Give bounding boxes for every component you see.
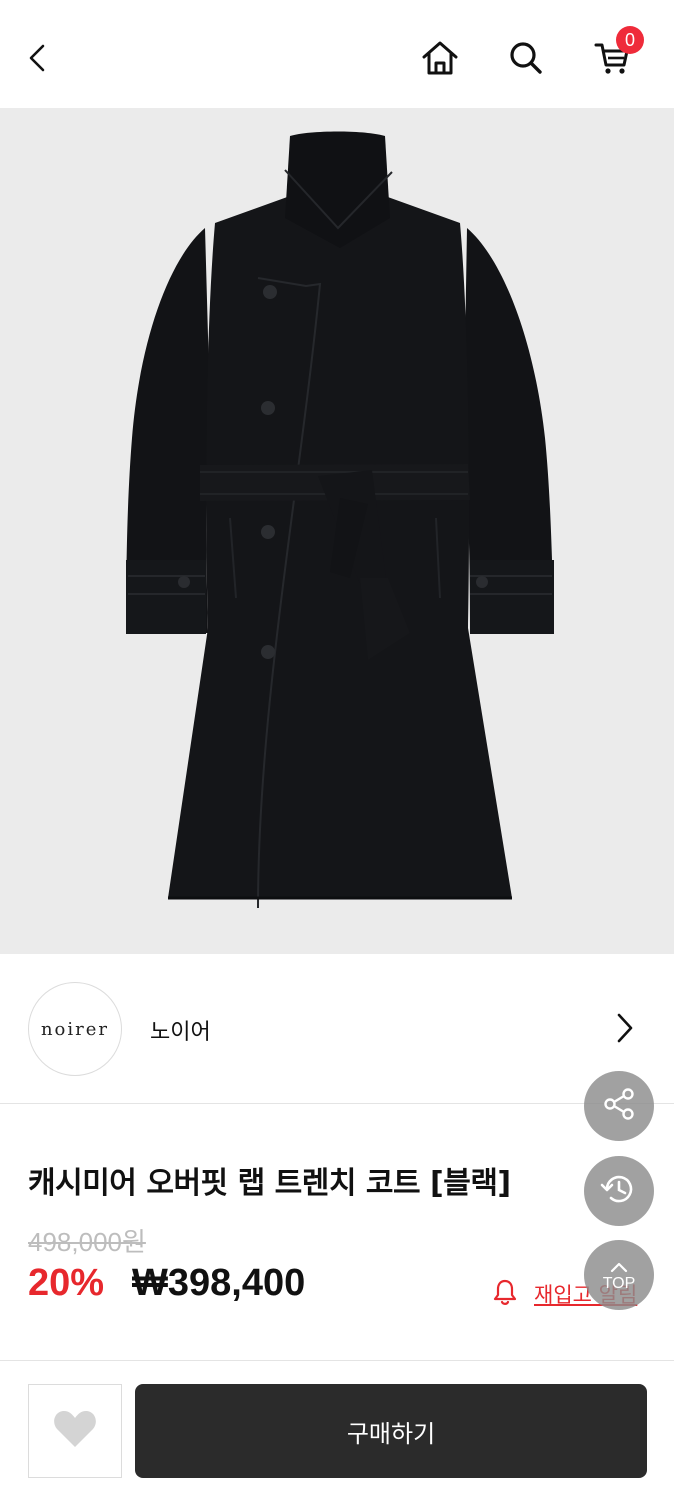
search-button[interactable] — [500, 34, 552, 86]
buy-button[interactable]: 구매하기 — [135, 1384, 647, 1478]
product-title: 캐시미어 오버핏 랩 트렌치 코트 [블랙] — [28, 1166, 511, 1201]
brand-name[interactable]: 노이어 — [150, 1014, 211, 1046]
product-image[interactable] — [0, 108, 674, 954]
scroll-top-label: TOP — [602, 1274, 636, 1292]
chevron-right-icon — [611, 1011, 637, 1049]
bell-icon — [492, 1278, 518, 1310]
brand-logo[interactable]: noirer — [28, 982, 122, 1076]
wishlist-button[interactable] — [28, 1384, 122, 1478]
home-icon — [421, 40, 459, 80]
sale-price: ₩398,400 — [132, 1262, 306, 1304]
original-price: 498,000원 — [28, 1227, 146, 1257]
buy-button-label: 구매하기 — [346, 1419, 436, 1448]
back-button[interactable] — [12, 34, 64, 86]
search-icon — [508, 40, 544, 80]
scroll-top-button[interactable]: TOP — [584, 1240, 654, 1310]
cart-count-badge: 0 — [616, 26, 644, 54]
recently-viewed-button[interactable] — [584, 1156, 654, 1226]
divider — [0, 1360, 674, 1361]
history-icon — [600, 1170, 638, 1212]
share-button[interactable] — [584, 1071, 654, 1141]
brand-row[interactable]: noirer 노이어 — [0, 954, 674, 1104]
back-icon — [23, 43, 53, 77]
cart-button[interactable]: 0 — [586, 26, 644, 86]
coat-illustration — [126, 131, 554, 909]
share-icon — [602, 1087, 636, 1125]
heart-icon — [52, 1409, 98, 1453]
discount-rate: 20% — [28, 1262, 105, 1304]
brand-link-button[interactable] — [600, 1006, 648, 1054]
home-button[interactable] — [414, 34, 466, 86]
app-header: 0 — [0, 0, 674, 108]
brand-logo-text: noirer — [40, 1018, 110, 1040]
